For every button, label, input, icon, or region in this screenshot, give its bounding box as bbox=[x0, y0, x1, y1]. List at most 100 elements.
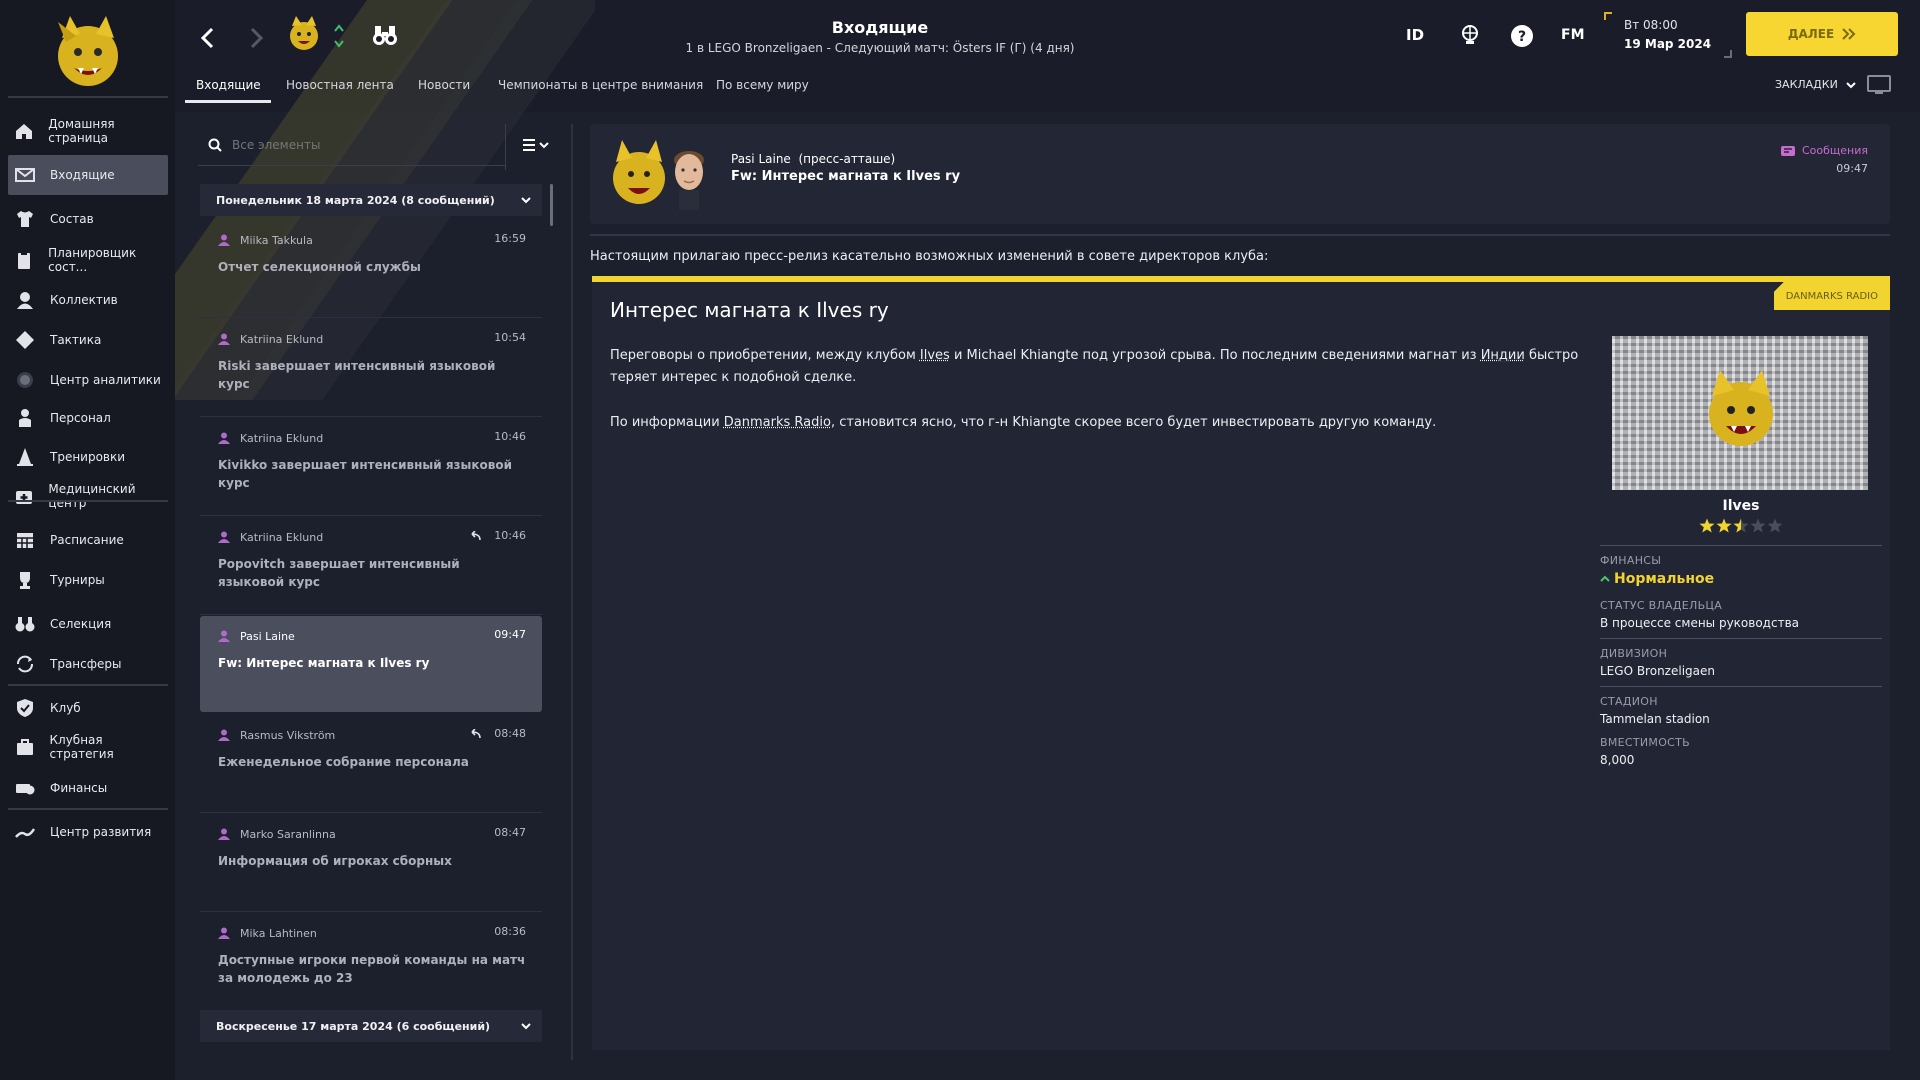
list-view-options-icon[interactable] bbox=[522, 138, 552, 152]
sidebar-item-15[interactable]: Клуб bbox=[8, 688, 168, 728]
sidebar-separator bbox=[8, 96, 168, 98]
message-sender: Katriina Eklund bbox=[240, 432, 324, 445]
sidebar-item-label: Состав bbox=[50, 212, 94, 226]
stadium-value: Tammelan stadion bbox=[1600, 712, 1710, 726]
forward-arrow-icon[interactable] bbox=[246, 26, 266, 50]
double-chevron-right-icon bbox=[1842, 28, 1856, 40]
inbox-message-item[interactable]: Katriina Eklund 10:46 Popovitch завершает … bbox=[200, 517, 542, 615]
club-crest-logo[interactable] bbox=[40, 12, 136, 92]
group-icon bbox=[14, 289, 36, 311]
sidebar-item-label: Клуб bbox=[50, 701, 81, 715]
inbox-message-item[interactable]: Katriina Eklund 10:46 Kivikko завершает ин… bbox=[200, 418, 542, 516]
trophy-icon bbox=[14, 569, 36, 591]
continue-label: ДАЛЕЕ bbox=[1787, 27, 1835, 41]
list-options-separator bbox=[505, 124, 506, 170]
sidebar-item-5[interactable]: Коллектив bbox=[8, 280, 168, 320]
message-time: 10:46 bbox=[494, 529, 526, 542]
person-icon bbox=[218, 828, 230, 840]
inbox-list-panel: Понедельник 18 марта 2024 (8 сообщений) M… bbox=[198, 124, 560, 1044]
day-group-label: Понедельник 18 марта 2024 (8 сообщений) bbox=[216, 193, 495, 207]
day-group-header[interactable]: Воскресенье 17 марта 2024 (6 сообщений) bbox=[200, 1010, 542, 1042]
sidebar-item-12[interactable]: Турниры bbox=[8, 560, 168, 600]
display-mode-icon[interactable] bbox=[1866, 74, 1892, 96]
sidebar-item-8[interactable]: Персонал bbox=[8, 398, 168, 438]
message-subject: Еженедельное собрание персонала bbox=[218, 755, 469, 769]
inbox-message-item[interactable]: Katriina Eklund 10:54 Riski завершает инте… bbox=[200, 319, 542, 417]
card-separator bbox=[1600, 638, 1882, 639]
inbox-search[interactable] bbox=[198, 124, 505, 166]
person-icon bbox=[218, 333, 230, 345]
sidebar-item-label: Планировщик сост... bbox=[48, 246, 137, 274]
message-time: 09:47 bbox=[1836, 162, 1868, 175]
message-subject: Kivikko завершает интенсивный языковой к… bbox=[218, 458, 513, 490]
day-group-label: Воскресенье 17 марта 2024 (6 сообщений) bbox=[216, 1019, 491, 1033]
nation-link[interactable]: Индии bbox=[1481, 348, 1525, 363]
paragraph-text: и Michael Khiangte под угрозой срыва. По… bbox=[949, 348, 1481, 363]
rating-star-icon bbox=[1767, 518, 1782, 533]
inbox-message-item[interactable]: Rasmus Vikström 08:48 Еженедельное собрани… bbox=[200, 715, 542, 813]
date-widget-corner-br bbox=[1724, 50, 1732, 58]
continue-button[interactable]: ДАЛЕЕ bbox=[1746, 12, 1898, 56]
sidebar-item-16[interactable]: Клубная стратегия bbox=[8, 727, 168, 767]
sidebar-item-9[interactable]: Тренировки bbox=[8, 437, 168, 477]
sender-name[interactable]: Pasi Laine bbox=[731, 152, 791, 166]
sidebar-item-10[interactable]: Медицинский центр bbox=[8, 476, 168, 516]
current-time: Вт 08:00 bbox=[1624, 18, 1678, 32]
sidebar-item-7[interactable]: Центр аналитики bbox=[8, 360, 168, 400]
help-icon[interactable]: ? bbox=[1510, 24, 1534, 48]
club-badge-icon[interactable] bbox=[286, 16, 322, 52]
inbox-message-item[interactable]: Pasi Laine 09:47 Fw: Интерес магната к Ilv… bbox=[200, 616, 542, 712]
message-time: 10:46 bbox=[494, 430, 526, 443]
finance-label: ФИНАНСЫ bbox=[1600, 554, 1662, 567]
sidebar-item-2[interactable]: Входящие bbox=[8, 155, 168, 195]
inbox-message-item[interactable]: Mika Lahtinen 08:36 Доступные игроки перво… bbox=[200, 913, 542, 1011]
sidebar-item-14[interactable]: Трансферы bbox=[8, 644, 168, 684]
development-icon bbox=[14, 821, 36, 843]
sidebar-item-1[interactable]: Домашняя страница bbox=[8, 111, 168, 151]
page-subtitle[interactable]: 1 в LEGO Bronzeligaen - Следующий матч: … bbox=[520, 41, 1240, 55]
tab-4[interactable]: Чемпионаты в центре внимания bbox=[498, 78, 703, 104]
sidebar-item-4[interactable]: Планировщик сост... bbox=[8, 240, 168, 280]
sidebar-item-17[interactable]: Финансы bbox=[8, 768, 168, 808]
sidebar-item-label: Входящие bbox=[50, 168, 115, 182]
sidebar-item-11[interactable]: Расписание bbox=[8, 520, 168, 560]
message-type-label[interactable]: Сообщения bbox=[1780, 144, 1868, 157]
back-arrow-icon[interactable] bbox=[198, 26, 218, 50]
chevron-down-icon bbox=[521, 1023, 531, 1030]
club-name[interactable]: Ilves bbox=[1600, 498, 1882, 514]
club-switch-chevrons-icon[interactable] bbox=[333, 22, 345, 50]
division-value[interactable]: LEGO Bronzeligaen bbox=[1600, 664, 1882, 678]
source-link[interactable]: Danmarks Radio bbox=[724, 415, 831, 430]
tab-3[interactable]: Новости bbox=[418, 78, 470, 104]
briefcase-icon bbox=[14, 736, 36, 758]
sidebar-item-3[interactable]: Состав bbox=[8, 199, 168, 239]
list-scrollbar[interactable] bbox=[550, 184, 553, 226]
message-header: Pasi Laine (пресс-атташе) Fw: Интерес ма… bbox=[590, 124, 1890, 224]
trophy-globe-icon[interactable] bbox=[1459, 24, 1481, 46]
day-group-header[interactable]: Понедельник 18 марта 2024 (8 сообщений) bbox=[200, 184, 542, 216]
message-sender: Marko Saranlinna bbox=[240, 828, 336, 841]
date-widget-corner-tl bbox=[1604, 12, 1612, 20]
message-sender: Pasi Laine bbox=[240, 630, 295, 643]
inbox-message-item[interactable]: Miika Takkula 16:59 Отчет селекционной слу… bbox=[200, 220, 542, 318]
paragraph-text: По информации bbox=[610, 415, 724, 430]
finance-value: Нормальное bbox=[1614, 571, 1715, 587]
sidebar-item-label: Турниры bbox=[50, 573, 105, 587]
club-image[interactable] bbox=[1612, 336, 1868, 490]
sidebar-item-13[interactable]: Селекция bbox=[8, 604, 168, 644]
staff-icon bbox=[14, 407, 36, 429]
club-link[interactable]: Ilves bbox=[920, 348, 950, 363]
id-button[interactable]: ID bbox=[1406, 26, 1424, 44]
sidebar-item-6[interactable]: Тактика bbox=[8, 320, 168, 360]
sidebar-item-18[interactable]: Центр развития bbox=[8, 812, 168, 852]
tab-5[interactable]: По всему миру bbox=[716, 78, 809, 104]
search-input[interactable] bbox=[232, 134, 492, 156]
fm-menu-button[interactable]: FM bbox=[1561, 27, 1585, 43]
inbox-message-item[interactable]: Marko Saranlinna 08:47 Информация об игрок… bbox=[200, 814, 542, 912]
message-subject: Riski завершает интенсивный языковой кур… bbox=[218, 359, 496, 391]
sidebar-item-label: Коллектив bbox=[50, 293, 118, 307]
bookmarks-button[interactable]: ЗАКЛАДКИ bbox=[1775, 78, 1856, 91]
binoculars-icon[interactable] bbox=[372, 24, 398, 46]
tab-2[interactable]: Новостная лента bbox=[286, 78, 394, 104]
sender-line: Pasi Laine (пресс-атташе) bbox=[731, 152, 895, 166]
